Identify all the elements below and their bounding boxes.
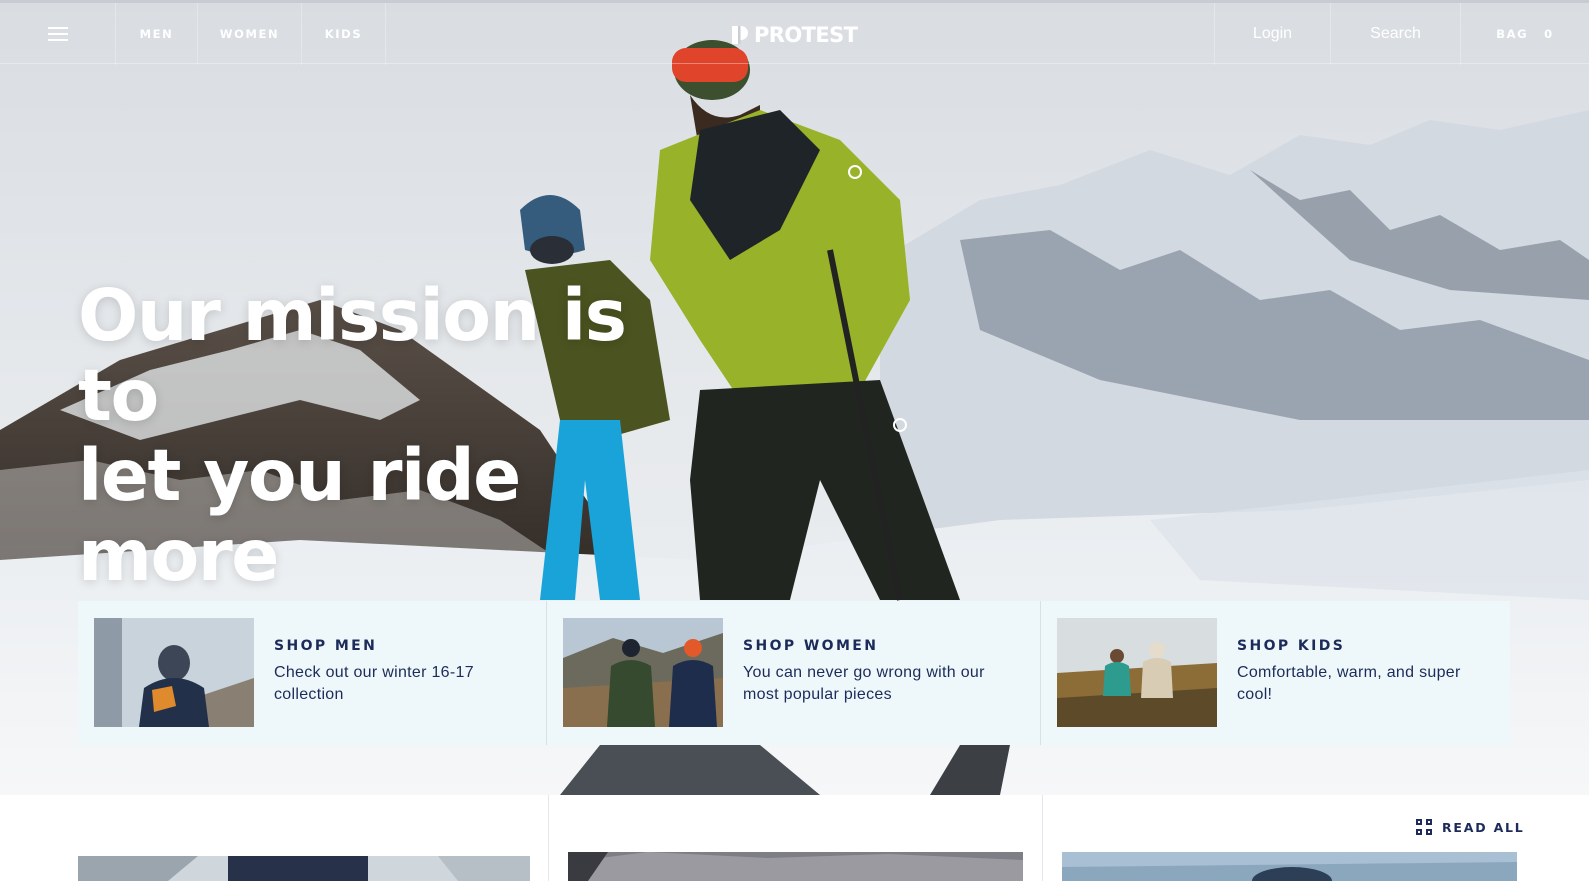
nav-link-label: WOMEN [219, 27, 280, 41]
shop-kids-card[interactable]: SHOP KIDS Comfortable, warm, and super c… [1041, 601, 1510, 745]
shop-men-title: SHOP MEN [274, 638, 378, 654]
shop-men-description: Check out our winter 16-17 collection [274, 664, 474, 703]
shop-kids-description: Comfortable, warm, and super cool! [1237, 664, 1461, 703]
column-divider [548, 795, 549, 881]
shop-women-title: SHOP WOMEN [743, 638, 879, 654]
site-logo[interactable]: PROTEST [730, 17, 858, 53]
shop-men-thumbnail [94, 618, 254, 727]
nav-link-men[interactable]: MEN [116, 3, 198, 65]
bag-label: BAG [1496, 27, 1529, 41]
protest-logo-icon [732, 26, 748, 44]
hero-headline-line-1: Our mission is to [78, 274, 627, 437]
article-thumbnail[interactable] [568, 852, 1023, 881]
bag-button[interactable]: BAG 0 [1460, 3, 1589, 65]
read-all-link[interactable]: READ ALL [1416, 819, 1525, 835]
hamburger-menu-icon [47, 27, 68, 41]
menu-button[interactable] [0, 3, 116, 65]
bag-count-badge: 0 [1544, 27, 1554, 41]
hero-banner: MEN WOMEN KIDS PROTEST Login Search BAG … [0, 0, 1589, 795]
nav-link-label: KIDS [324, 27, 363, 41]
column-divider [1042, 795, 1043, 881]
login-label: Login [1252, 25, 1293, 42]
shop-categories: SHOP MEN Check out our winter 16-17 coll… [78, 601, 1510, 745]
hero-headline: Our mission is to let you ride more [78, 276, 718, 596]
nav-link-kids[interactable]: KIDS [302, 3, 386, 65]
shop-kids-thumbnail [1057, 618, 1217, 727]
search-label: Search [1370, 25, 1421, 42]
shop-women-description: You can never go wrong with our most pop… [743, 664, 985, 703]
article-thumbnail[interactable] [78, 856, 530, 881]
shop-men-card[interactable]: SHOP MEN Check out our winter 16-17 coll… [78, 601, 547, 745]
shop-kids-title: SHOP KIDS [1237, 638, 1346, 654]
shop-women-card[interactable]: SHOP WOMEN You can never go wrong with o… [547, 601, 1041, 745]
hero-headline-line-2: let you ride more [78, 434, 521, 597]
login-link[interactable]: Login [1214, 3, 1330, 65]
nav-link-women[interactable]: WOMEN [198, 3, 302, 65]
blog-section: READ ALL [0, 795, 1589, 881]
article-thumbnail[interactable] [1062, 852, 1517, 881]
grid-icon [1416, 819, 1432, 835]
nav-link-label: MEN [139, 27, 174, 41]
read-all-label: READ ALL [1442, 819, 1525, 835]
shop-women-thumbnail [563, 618, 723, 727]
top-navigation: MEN WOMEN KIDS PROTEST Login Search BAG … [0, 0, 1589, 65]
search-link[interactable]: Search [1330, 3, 1460, 65]
logo-text: PROTEST [754, 23, 858, 47]
